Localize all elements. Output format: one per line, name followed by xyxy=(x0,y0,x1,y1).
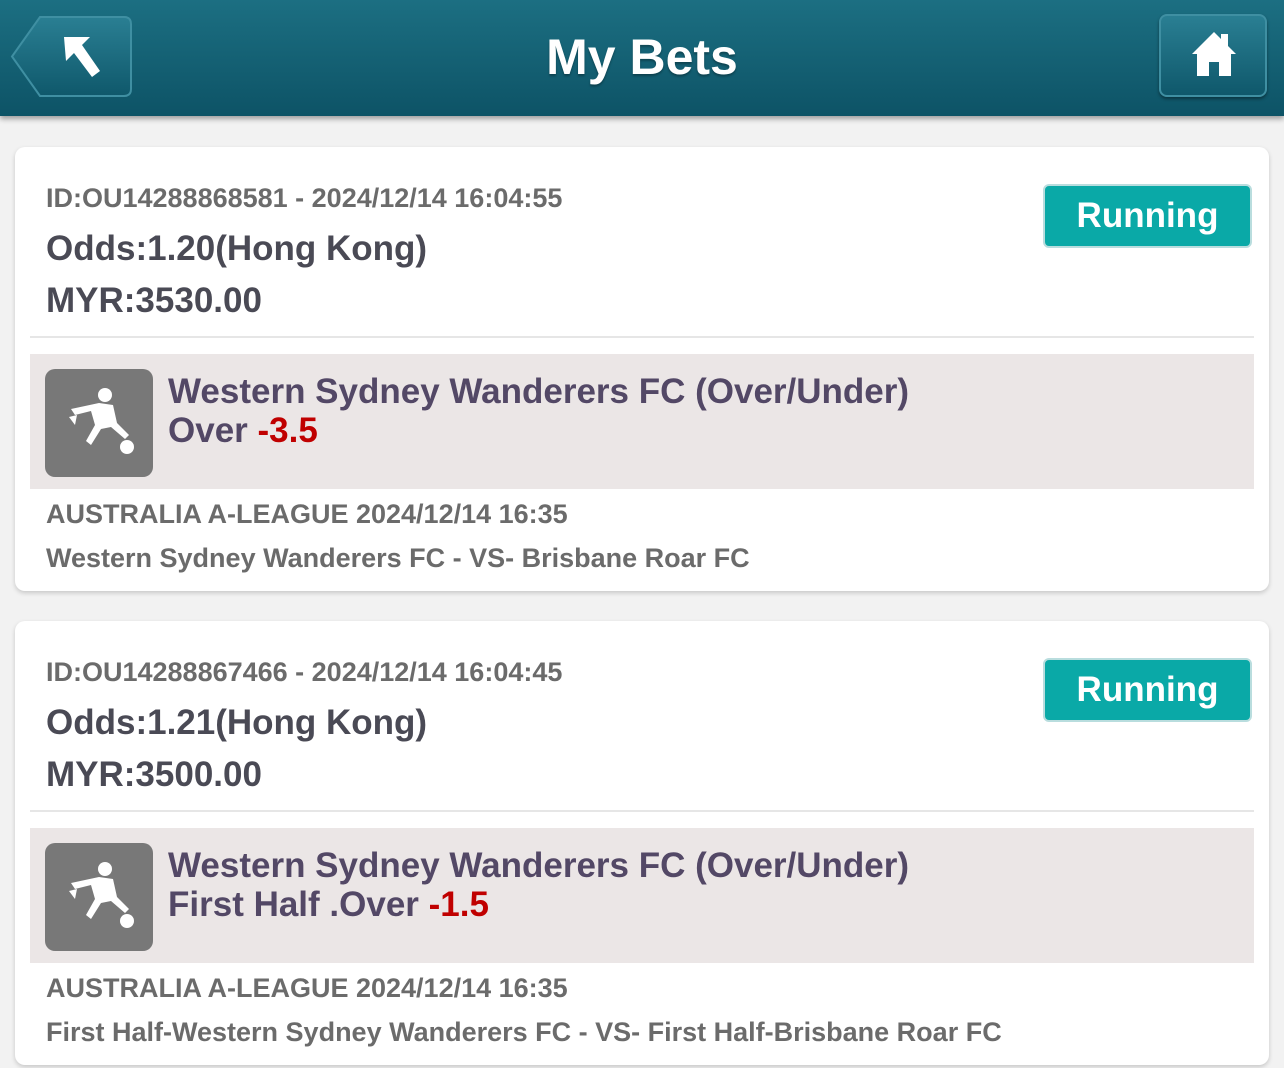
page-title: My Bets xyxy=(546,29,738,85)
soccer-player-icon xyxy=(45,369,153,477)
selection-pick: Over -3.5 xyxy=(168,411,318,451)
selection-market: Western Sydney Wanderers FC (Over/Under) xyxy=(168,372,910,411)
bet-selection: Western Sydney Wanderers FC (Over/Under)… xyxy=(30,828,1254,963)
app-header: My Bets xyxy=(0,0,1284,116)
bet-id: ID:OU14288868581 - 2024/12/14 16:04:55 xyxy=(46,183,563,213)
selection-line: -3.5 xyxy=(257,411,318,450)
bet-stake: MYR:3500.00 xyxy=(46,755,262,794)
selection-pick-label: First Half .Over xyxy=(168,885,429,924)
status-badge: Running xyxy=(1043,184,1252,248)
bet-selection: Western Sydney Wanderers FC (Over/Under)… xyxy=(30,354,1254,489)
bet-card[interactable]: ID:OU14288867466 - 2024/12/14 16:04:45 O… xyxy=(15,621,1269,1065)
league-info: AUSTRALIA A-LEAGUE 2024/12/14 16:35 xyxy=(46,499,568,529)
divider xyxy=(30,336,1254,338)
home-icon xyxy=(1192,32,1236,76)
selection-market: Western Sydney Wanderers FC (Over/Under) xyxy=(168,846,910,885)
match-teams: Western Sydney Wanderers FC - VS- Brisba… xyxy=(46,543,750,573)
divider xyxy=(30,810,1254,812)
bet-id: ID:OU14288867466 - 2024/12/14 16:04:45 xyxy=(46,657,563,687)
bet-odds: Odds:1.20(Hong Kong) xyxy=(46,229,428,268)
league-info: AUSTRALIA A-LEAGUE 2024/12/14 16:35 xyxy=(46,973,568,1003)
home-button[interactable] xyxy=(1159,14,1267,97)
status-badge: Running xyxy=(1043,658,1252,722)
bet-odds: Odds:1.21(Hong Kong) xyxy=(46,703,428,742)
bet-stake: MYR:3530.00 xyxy=(46,281,262,320)
soccer-player-icon xyxy=(45,843,153,951)
selection-line: -1.5 xyxy=(428,885,489,924)
selection-pick-label: Over xyxy=(168,411,258,450)
match-teams: First Half-Western Sydney Wanderers FC -… xyxy=(46,1017,1002,1047)
selection-pick: First Half .Over -1.5 xyxy=(168,885,489,925)
bet-card[interactable]: ID:OU14288868581 - 2024/12/14 16:04:55 O… xyxy=(15,147,1269,591)
